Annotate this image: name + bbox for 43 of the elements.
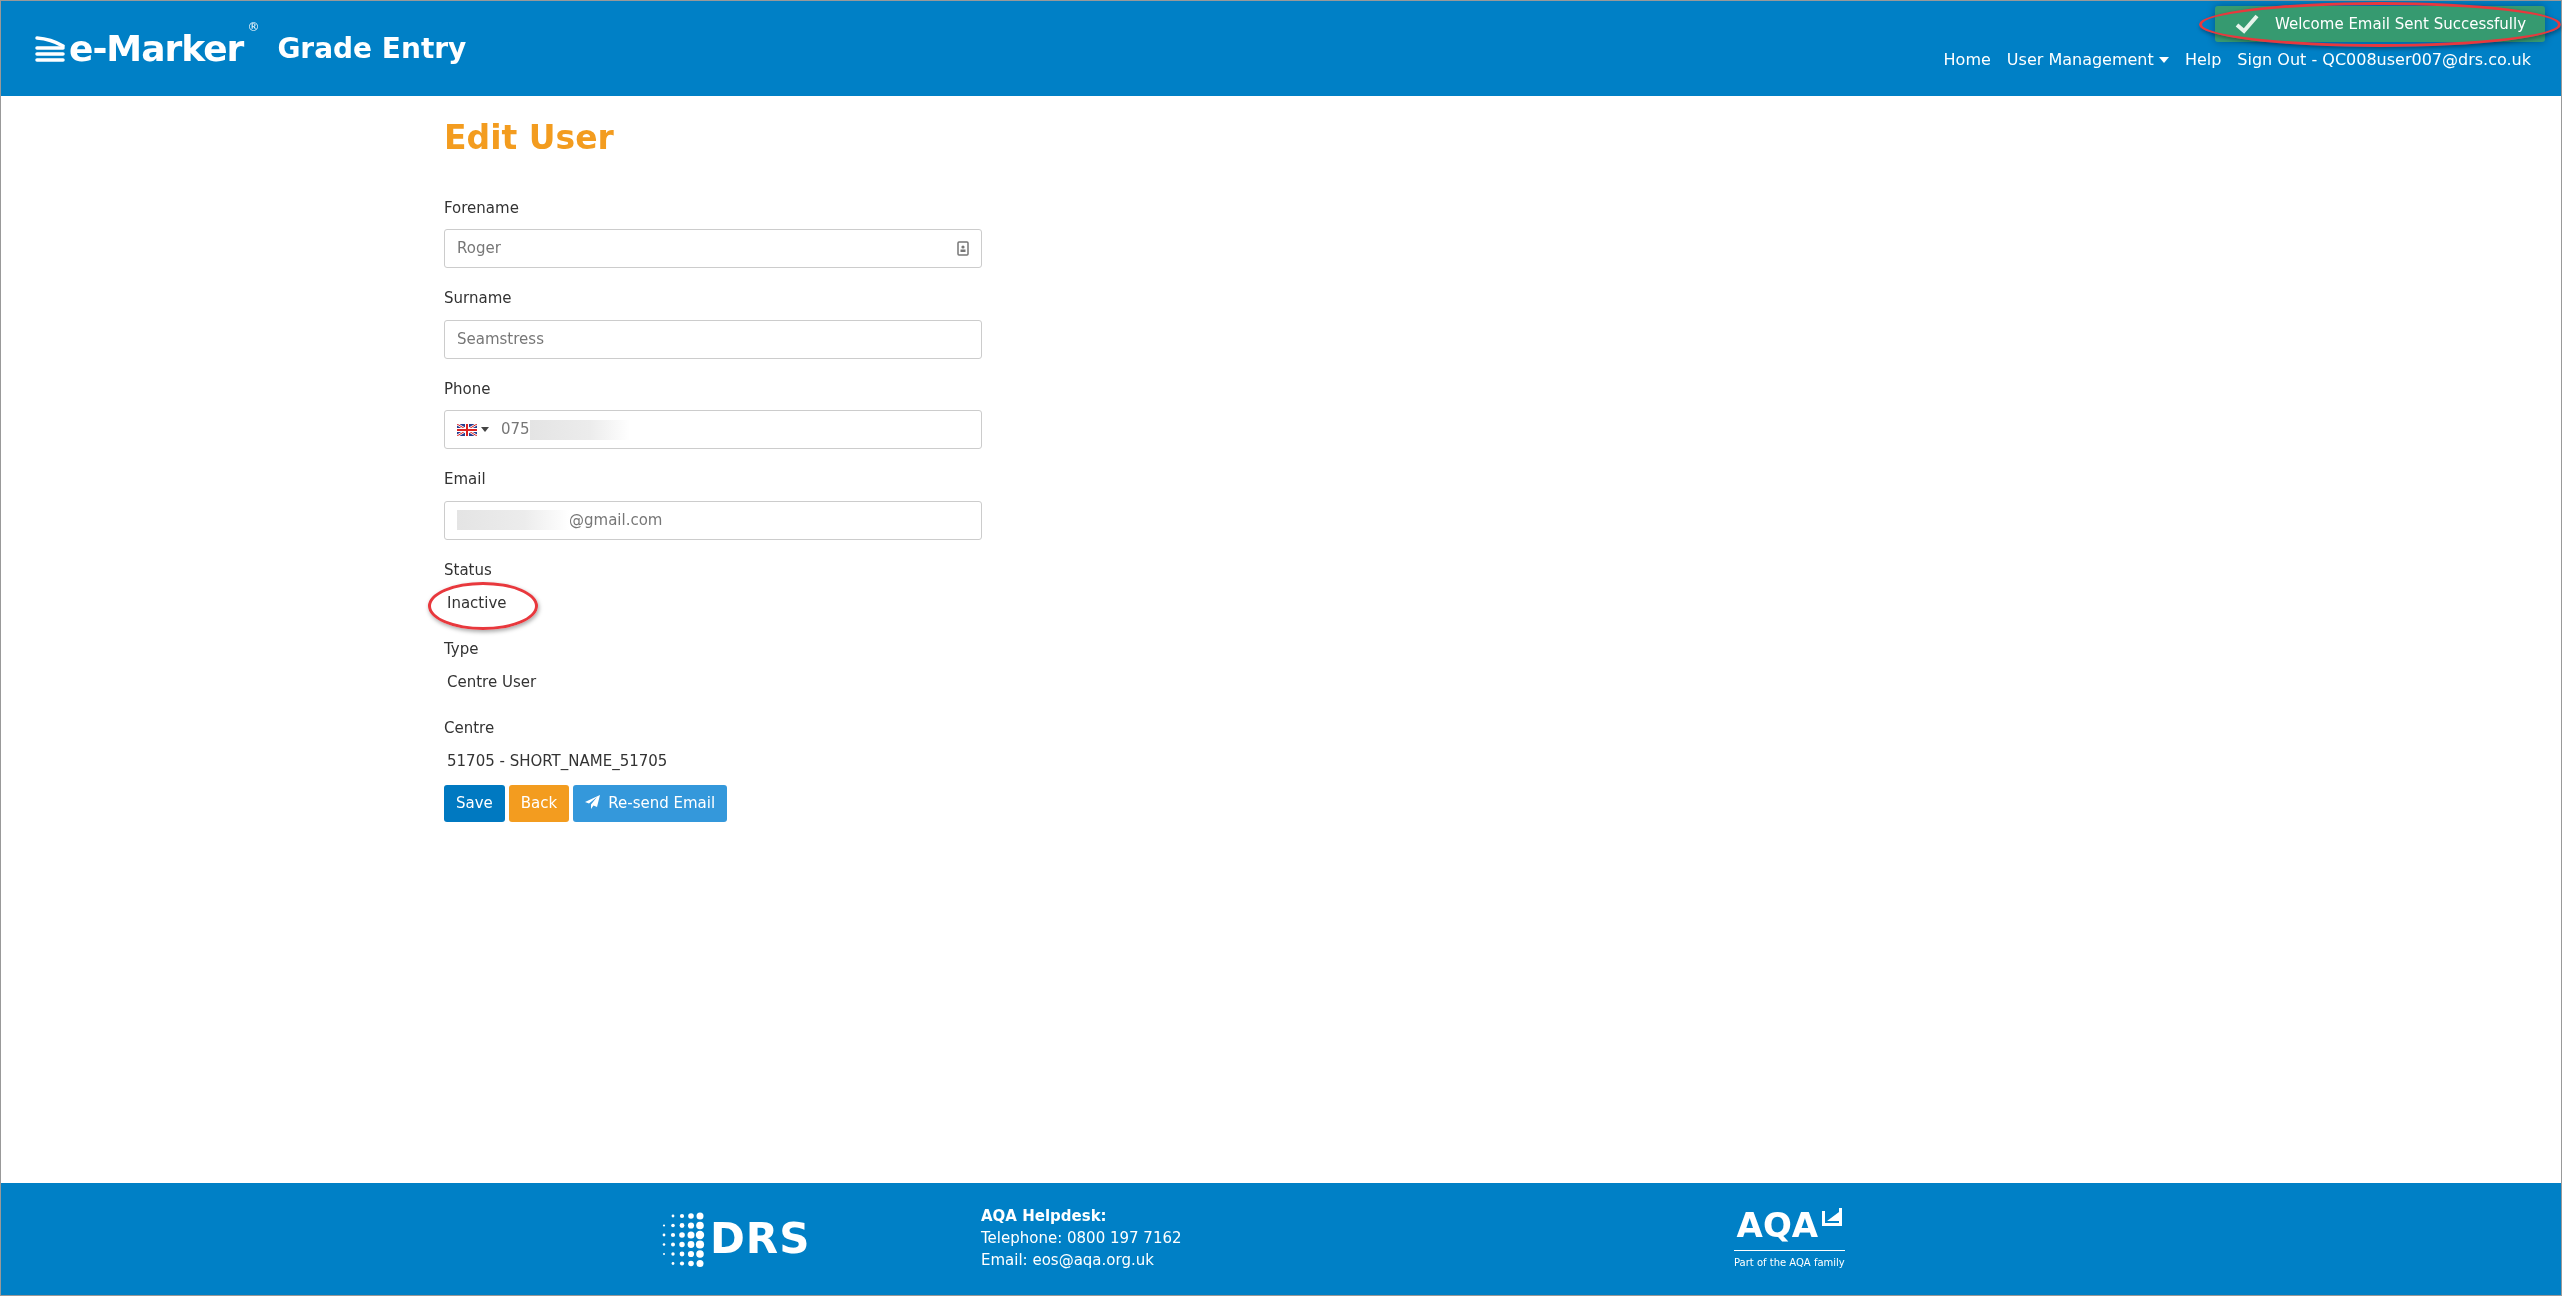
field-value: Centre User [446, 672, 537, 694]
field-label: Centre [444, 717, 495, 739]
back-button[interactable]: Back [508, 784, 570, 822]
stripes-icon [35, 35, 65, 62]
check-icon [2235, 14, 2259, 34]
field-label: Phone [444, 378, 491, 400]
app-title: Grade Entry [277, 30, 467, 67]
input-field[interactable]: 075 [444, 410, 982, 450]
input-field[interactable]: @gmail.com [444, 500, 982, 540]
paper-plane-icon [585, 794, 601, 809]
caret-icon[interactable] [481, 427, 489, 433]
field-label: Type [444, 638, 479, 660]
toast-message: Welcome Email Sent Successfully [2275, 13, 2527, 35]
field-value: 075 [501, 419, 530, 441]
field-value: Roger [457, 238, 501, 260]
save-button[interactable]: Save [444, 784, 505, 822]
field-value: Inactive [446, 593, 507, 615]
nav-link[interactable]: Help [2184, 47, 2222, 72]
field-label: Forename [444, 197, 519, 219]
field-label: Status [444, 559, 492, 581]
input-field[interactable]: Roger [444, 229, 982, 269]
resend-email-button[interactable]: Re-send Email [573, 784, 728, 822]
contact-card-icon[interactable] [957, 241, 969, 257]
field-label: Email [444, 469, 486, 491]
helpdesk-phone: Telephone: 0800 197 7162 [981, 1228, 1183, 1250]
helpdesk-email: Email: eos@aqa.org.uk [981, 1249, 1155, 1271]
page-title: Edit User [444, 118, 615, 158]
dropdown-link[interactable]: User Management [2006, 47, 2169, 72]
nav-link[interactable]: Sign Out - QC008user007@drs.co.uk [2237, 47, 2531, 72]
nav-link[interactable]: Home [1943, 47, 1991, 72]
flag-icon [457, 423, 477, 436]
field-value: Seamstress [457, 328, 544, 350]
aqa-tagline: Part of the AQA family [1734, 1250, 1845, 1270]
caret-icon [2158, 57, 2169, 63]
field-label: Surname [444, 288, 512, 310]
field-value: @gmail.com [569, 509, 663, 531]
helpdesk-title: AQA Helpdesk: [981, 1206, 1108, 1228]
aqa-logo-text: AQA [1736, 1208, 1819, 1242]
field-value: 51705 - SHORT_NAME_51705 [446, 751, 668, 773]
input-field[interactable]: Seamstress [444, 319, 982, 359]
registered-mark: ® [247, 18, 260, 36]
logo-text: e-Marker [69, 30, 244, 67]
drs-logo-text: DRS [710, 1218, 811, 1260]
